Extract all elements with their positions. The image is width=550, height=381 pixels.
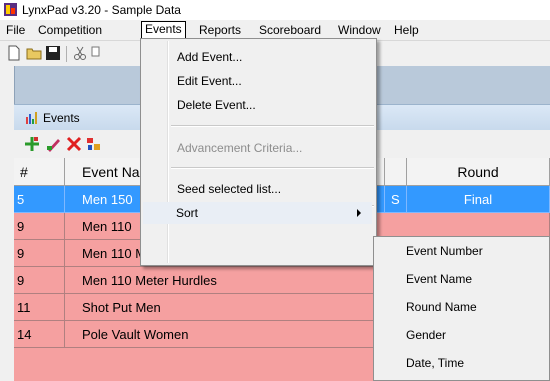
save-icon[interactable] (45, 45, 61, 61)
cell-number: 5 (14, 186, 65, 213)
copy-icon[interactable] (90, 45, 106, 61)
delete-event-icon[interactable] (66, 136, 82, 152)
menu-separator (171, 125, 374, 127)
new-file-icon[interactable] (6, 45, 22, 61)
cell-number: 9 (14, 213, 65, 240)
seed-icon[interactable] (86, 136, 102, 152)
menu-gutter (167, 41, 169, 263)
cell-number: 14 (14, 321, 65, 348)
child-window-title: Events (43, 111, 80, 125)
menu-events[interactable]: Events (141, 21, 186, 39)
window-title: LynxPad v3.20 - Sample Data (22, 3, 181, 17)
menu-item-add-event[interactable]: Add Event... (177, 46, 242, 68)
cell-round: Final (407, 186, 550, 213)
menu-item-delete-event[interactable]: Delete Event... (177, 94, 256, 116)
cut-icon[interactable] (72, 45, 88, 61)
menu-file[interactable]: File (3, 22, 28, 38)
cell-number: 11 (14, 294, 65, 321)
add-event-icon[interactable] (24, 136, 40, 152)
menu-item-seed-selected-list[interactable]: Seed selected list... (177, 178, 281, 200)
menu-help[interactable]: Help (391, 22, 422, 38)
menu-item-edit-event[interactable]: Edit Event... (177, 70, 242, 92)
title-bar: LynxPad v3.20 - Sample Data (0, 0, 550, 20)
sort-by-event-number[interactable]: Event Number (406, 237, 483, 265)
sort-by-event-name[interactable]: Event Name (406, 265, 472, 293)
menu-scoreboard[interactable]: Scoreboard (256, 22, 324, 38)
column-header-status[interactable] (385, 158, 407, 186)
menu-item-sort[interactable]: Sort (176, 202, 198, 224)
sort-submenu: Event Number Event Name Round Name Gende… (373, 236, 550, 381)
menu-item-advancement-criteria: Advancement Criteria... (177, 141, 303, 155)
column-header-round[interactable]: Round (407, 158, 550, 186)
mdi-left-border (0, 66, 14, 381)
menu-reports[interactable]: Reports (196, 22, 244, 38)
sort-by-gender[interactable]: Gender (406, 321, 446, 349)
toolbar-separator (66, 46, 67, 62)
sort-by-date-time[interactable]: Date, Time (406, 349, 464, 377)
submenu-arrow-icon (357, 209, 361, 217)
sort-by-round-name[interactable]: Round Name (406, 293, 477, 321)
app-icon (4, 3, 17, 16)
edit-event-icon[interactable] (46, 136, 62, 152)
events-window-icon (26, 112, 37, 124)
cell-number: 9 (14, 240, 65, 267)
events-dropdown-menu: Add Event... Edit Event... Delete Event.… (140, 38, 377, 266)
menu-separator (171, 167, 374, 169)
menu-window[interactable]: Window (335, 22, 384, 38)
column-header-number[interactable]: # (14, 158, 65, 186)
open-folder-icon[interactable] (26, 45, 42, 61)
menu-competition[interactable]: Competition (35, 22, 105, 38)
cell-status: S (385, 186, 407, 213)
cell-number: 9 (14, 267, 65, 294)
